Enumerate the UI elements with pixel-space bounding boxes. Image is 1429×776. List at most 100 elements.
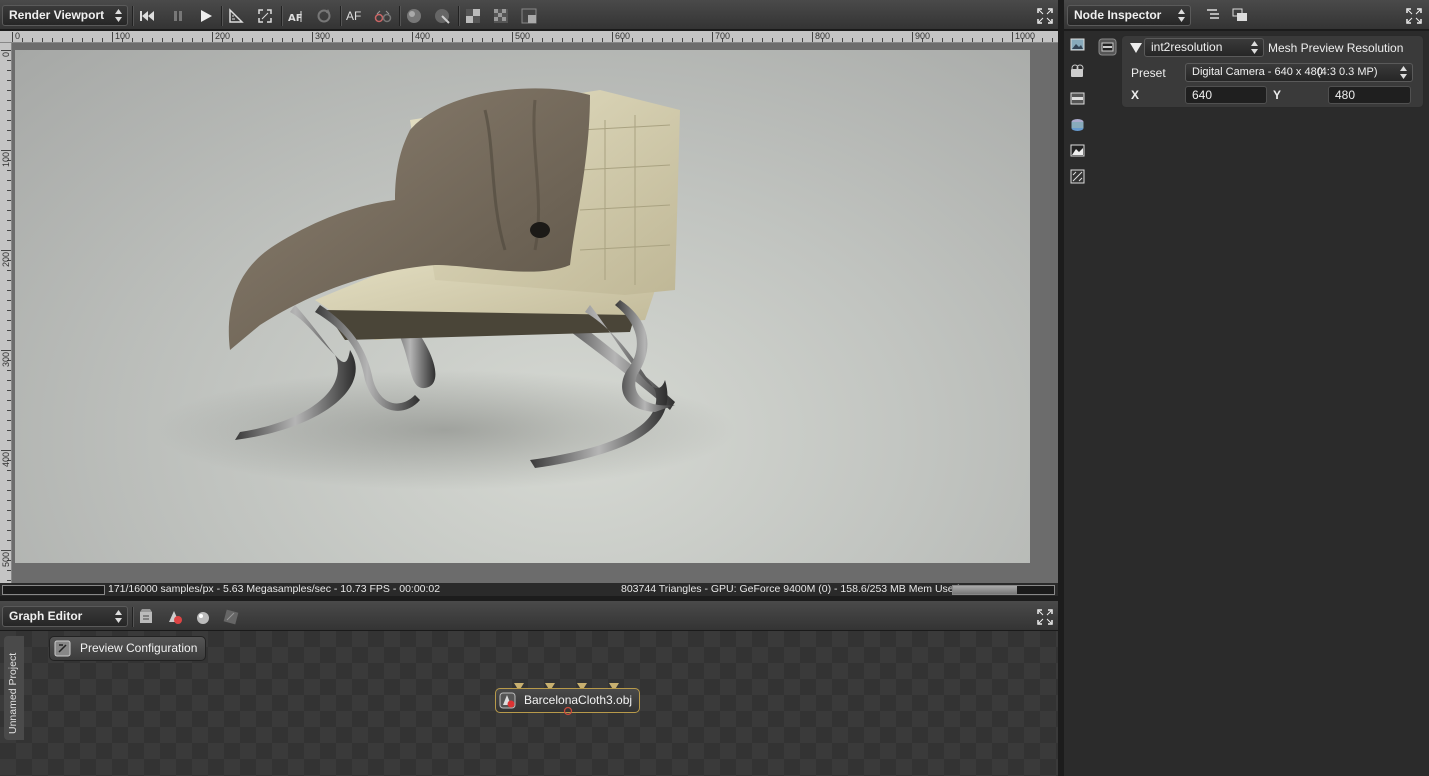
ruler-tick (812, 32, 813, 42)
ruler-tick (712, 32, 713, 42)
maximize-icon[interactable] (1037, 609, 1053, 625)
y-value: 480 (1335, 88, 1356, 102)
updown-arrow-icon (115, 9, 122, 22)
inspector-node-card: int2resolution Mesh Preview Resolution P… (1121, 35, 1424, 108)
ruler-top-label: 200 (215, 31, 231, 41)
glasses-icon[interactable] (374, 7, 392, 25)
load-mesh-icon[interactable] (166, 608, 184, 626)
play-icon[interactable] (197, 7, 215, 25)
ruler-left-label: 500 (1, 552, 11, 568)
ruler-top-label: 100 (115, 31, 131, 41)
memory-usage-bar (952, 585, 1055, 595)
ruler-tick (1, 450, 11, 451)
ruler-tick (12, 32, 13, 42)
ruler-tick (1, 50, 11, 51)
node-output-pin[interactable] (563, 706, 573, 716)
rewind-icon[interactable] (138, 7, 156, 25)
image-icon[interactable] (1070, 37, 1085, 52)
preset-value: Digital Camera - 640 x 480 (1192, 66, 1323, 78)
checker-alpha-icon[interactable] (492, 7, 510, 25)
inspector-header: Node Inspector (1064, 0, 1429, 30)
texture-icon[interactable] (222, 608, 240, 626)
x-value-field[interactable]: 640 (1185, 86, 1267, 104)
inspector-panel (1064, 31, 1429, 776)
ruler-left: 0 100 200 300 400 500 (0, 43, 12, 583)
project-tab[interactable]: Unnamed Project (4, 636, 24, 740)
inspector-side-toolbar (1064, 31, 1092, 196)
ruler-icon[interactable] (227, 7, 245, 25)
svg-text:AF: AF (288, 13, 303, 24)
sphere-picker-icon[interactable] (433, 7, 451, 25)
ruler-top-label: 800 (815, 31, 831, 41)
fit-view-icon[interactable] (256, 7, 274, 25)
ruler-left-label: 0 (1, 52, 11, 58)
ruler-top-label: 400 (415, 31, 431, 41)
toolbar-separator (221, 6, 222, 26)
toolbar-separator (132, 607, 133, 627)
render-progress-bar (2, 585, 105, 595)
updown-arrow-icon (1178, 9, 1185, 22)
region-icon[interactable] (520, 7, 538, 25)
preset-label: Preset (1131, 66, 1166, 80)
postprocess-icon[interactable] (1070, 169, 1085, 184)
ruler-tick (212, 32, 213, 42)
collapse-all-icon[interactable] (1204, 6, 1222, 24)
environment-icon[interactable] (1070, 117, 1085, 132)
configuration-icon (54, 640, 71, 657)
updown-arrow-icon (1251, 41, 1258, 54)
camera-icon[interactable] (1070, 64, 1085, 79)
x-value: 640 (1192, 88, 1213, 102)
windows-icon[interactable] (1231, 6, 1249, 24)
ruler-tick (112, 32, 113, 42)
kernel-icon[interactable] (1070, 91, 1085, 106)
toolbar-separator (399, 6, 400, 26)
render-image[interactable] (15, 50, 1030, 563)
graph-panel-select[interactable]: Graph Editor (2, 606, 128, 627)
x-label: X (1131, 88, 1140, 102)
ruler-tick (512, 32, 513, 42)
pause-icon[interactable] (169, 7, 187, 25)
preset-select[interactable]: Digital Camera - 640 x 480 (4:3 0.3 MP) (1185, 63, 1413, 82)
imager-icon[interactable] (1070, 143, 1085, 158)
ruler-left-label: 400 (1, 452, 11, 468)
graph-editor-title: Graph Editor (9, 609, 83, 623)
af-toggle-button[interactable]: AF (346, 9, 364, 27)
gpu-stats-text: 803744 Triangles - GPU: GeForce 9400M (0… (621, 583, 960, 595)
toolbar-separator (458, 6, 459, 26)
new-scene-icon[interactable] (138, 608, 156, 626)
node-kernel-icon (1098, 38, 1117, 56)
ruler-tick (1012, 32, 1013, 42)
ruler-tick (612, 32, 613, 42)
sphere-region-icon[interactable] (405, 7, 423, 25)
render-stats-text: 171/16000 samples/px - 5.63 Megasamples/… (108, 583, 441, 595)
auto-focus-icon[interactable]: AF (287, 7, 305, 25)
maximize-icon[interactable] (1406, 8, 1422, 24)
updown-arrow-icon (1400, 66, 1407, 79)
refresh-icon[interactable] (315, 7, 333, 25)
node-type-label: int2resolution (1151, 40, 1223, 54)
node-preview-configuration[interactable]: Preview Configuration (49, 636, 206, 661)
material-icon[interactable] (194, 608, 212, 626)
viewport-panel-select[interactable]: Render Viewport (2, 5, 128, 26)
node-type-select[interactable]: int2resolution (1144, 38, 1264, 57)
ruler-top-label: 500 (515, 31, 531, 41)
ruler-top-label: 700 (715, 31, 731, 41)
project-tab-label: Unnamed Project (7, 652, 19, 734)
inspector-title: Node Inspector (1074, 8, 1162, 22)
updown-arrow-icon (115, 610, 122, 623)
y-value-field[interactable]: 480 (1328, 86, 1411, 104)
barcelona-chair-render (155, 88, 735, 490)
ruler-top-label: 0 (15, 31, 21, 41)
node-mesh-label: BarcelonaCloth3.obj (524, 693, 633, 707)
node-preview-label: Preview Configuration (80, 641, 198, 655)
checker-background-icon[interactable] (464, 7, 482, 25)
collapse-arrow-icon[interactable] (1129, 41, 1143, 55)
ruler-tick (912, 32, 913, 42)
inspector-panel-select[interactable]: Node Inspector (1067, 5, 1191, 26)
viewport-status-bar: 171/16000 samples/px - 5.63 Megasamples/… (0, 583, 1058, 596)
maximize-icon[interactable] (1037, 8, 1053, 24)
ruler-left-label: 200 (1, 252, 11, 268)
node-name-label: Mesh Preview Resolution (1268, 41, 1404, 55)
toolbar-separator (132, 6, 133, 26)
ruler-top: 0 100 200 300 400 500 600 700 800 900 1000 (0, 31, 1058, 43)
